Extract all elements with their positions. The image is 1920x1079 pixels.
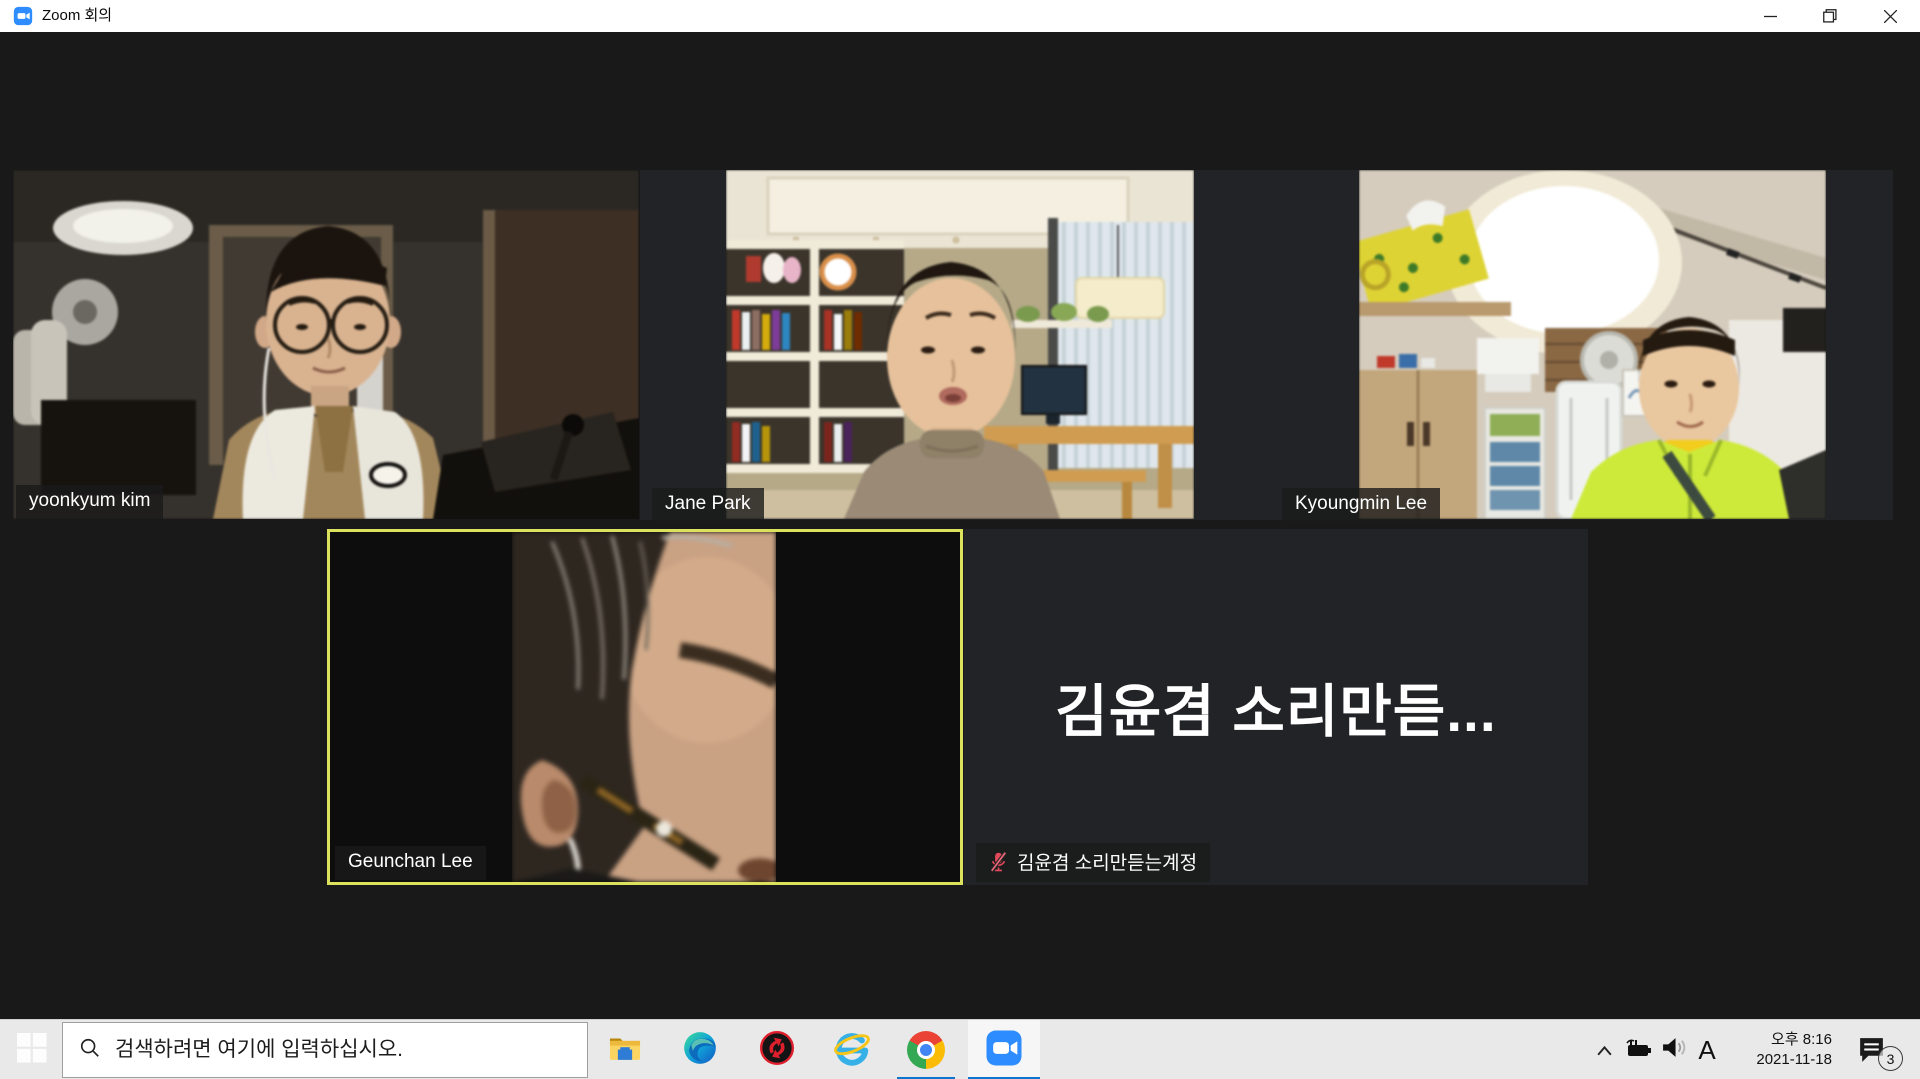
geunchan-video-illustration xyxy=(512,532,776,882)
start-button[interactable] xyxy=(8,1020,56,1079)
taskbar-security-tool[interactable] xyxy=(741,1020,813,1079)
participant-name: yoonkyum kim xyxy=(29,490,150,512)
window-title: Zoom 회의 xyxy=(42,0,112,32)
yoonkyum-video-illustration xyxy=(13,170,639,519)
participant-name: Jane Park xyxy=(665,493,751,515)
video-gallery: yoonkyum kim xyxy=(0,32,1920,1019)
zoom-logo-icon xyxy=(13,6,33,26)
windows-taskbar: A 오후 8:16 2021-11-18 3 xyxy=(0,1019,1920,1079)
portrait-video-strip xyxy=(512,532,776,882)
taskbar-microsoft-edge[interactable] xyxy=(664,1020,736,1079)
minimize-button[interactable] xyxy=(1740,0,1800,32)
taskbar-search[interactable] xyxy=(62,1022,588,1078)
close-button[interactable] xyxy=(1860,0,1920,32)
tray-clock[interactable]: 오후 8:16 2021-11-18 xyxy=(1706,1020,1832,1079)
search-input[interactable] xyxy=(115,1038,587,1062)
clock-date: 2021-11-18 xyxy=(1706,1050,1832,1070)
video-tile-geunchan-lee[interactable]: Geunchan Lee xyxy=(327,529,963,885)
participant-name: Geunchan Lee xyxy=(348,851,473,873)
taskbar-internet-explorer[interactable] xyxy=(816,1020,888,1079)
video-tile-kyoungmin-lee[interactable] xyxy=(1359,170,1826,519)
video-tile-jane-park[interactable] xyxy=(726,170,1194,519)
participant-name: 김윤겸 소리만듣는계정 xyxy=(1017,848,1197,875)
taskbar-zoom[interactable] xyxy=(968,1020,1040,1079)
video-tile-yoonkyum-kim[interactable]: yoonkyum kim xyxy=(13,170,639,519)
taskbar-file-explorer[interactable] xyxy=(589,1020,661,1079)
taskbar-google-chrome[interactable] xyxy=(890,1020,962,1079)
name-tag: Kyoungmin Lee xyxy=(1282,488,1440,522)
action-center-button[interactable]: 3 xyxy=(1846,1020,1920,1079)
title-bar: Zoom 회의 xyxy=(0,0,1920,32)
windows-logo-icon xyxy=(17,1033,47,1068)
name-tag: yoonkyum kim xyxy=(16,485,163,519)
file-explorer-icon xyxy=(606,1029,644,1072)
tray-battery[interactable] xyxy=(1622,1020,1658,1079)
google-chrome-icon xyxy=(907,1031,945,1069)
clock-time: 오후 8:16 xyxy=(1706,1030,1832,1050)
speaker-icon xyxy=(1661,1037,1688,1063)
notification-count-badge: 3 xyxy=(1878,1046,1903,1071)
kyoungmin-video-illustration xyxy=(1359,170,1826,519)
zoom-app-icon xyxy=(984,1028,1024,1073)
name-tag: 김윤겸 소리만듣는계정 xyxy=(976,843,1210,882)
audio-only-display-name: 김윤겸 소리만듣... xyxy=(1055,666,1496,748)
microsoft-edge-icon xyxy=(681,1029,719,1072)
name-tag: Jane Park xyxy=(652,488,764,522)
chevron-up-icon xyxy=(1598,1047,1611,1054)
video-tile-kimyunkyeom[interactable]: 김윤겸 소리만듣... 김윤겸 소리만듣는계정 xyxy=(964,529,1588,885)
restore-button[interactable] xyxy=(1800,0,1860,32)
tray-show-hidden-icons[interactable] xyxy=(1586,1020,1622,1079)
participant-name: Kyoungmin Lee xyxy=(1295,493,1427,515)
battery-charging-icon xyxy=(1625,1037,1655,1064)
name-tag: Geunchan Lee xyxy=(335,846,486,880)
zoom-meeting-window: Zoom 회의 xyxy=(0,0,1920,1079)
tray-volume[interactable] xyxy=(1656,1020,1692,1079)
search-icon xyxy=(79,1037,101,1064)
jane-video-illustration xyxy=(726,170,1194,519)
mic-muted-icon xyxy=(989,851,1008,873)
security-tool-icon xyxy=(758,1029,796,1072)
internet-explorer-icon xyxy=(832,1028,872,1073)
